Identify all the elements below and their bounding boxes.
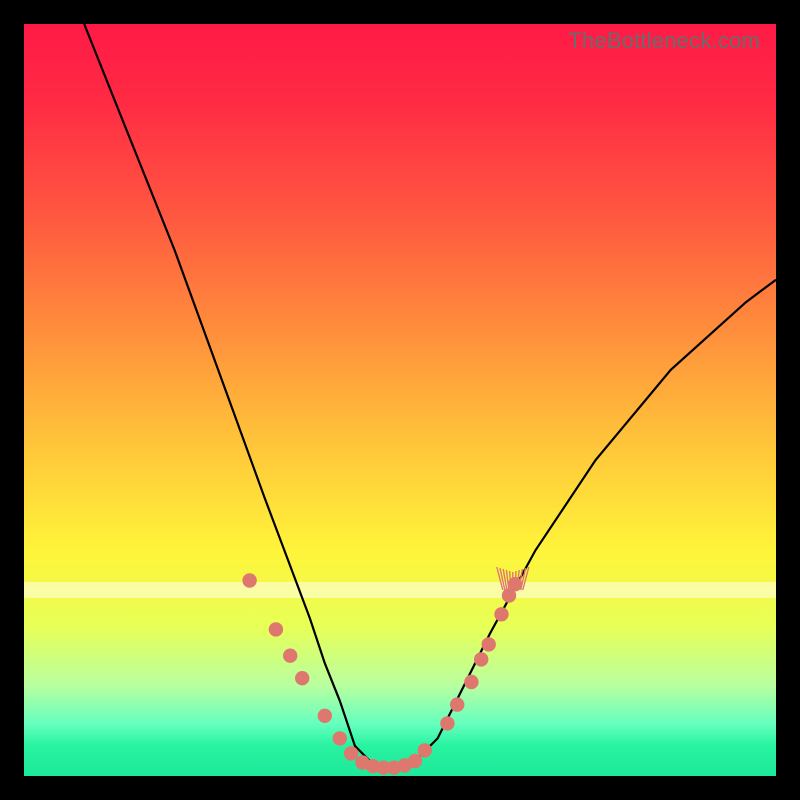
chart-frame: TheBottleneck.com [0,0,800,800]
marker-dot [440,716,454,730]
marker-dot [318,709,332,723]
marker-dot [242,573,256,587]
marker-dot [418,743,432,757]
marker-dot [474,652,488,666]
marker-dot [482,637,496,651]
marker-dot [344,746,358,760]
marker-dot [464,675,478,689]
marker-dot [408,754,422,768]
marker-dot [450,697,464,711]
marker-dot [494,607,508,621]
marker-dot [295,671,309,685]
chart-canvas [24,24,776,776]
watermark-text: TheBottleneck.com [568,28,760,54]
marker-dots [242,573,522,775]
bottleneck-curve [84,24,776,769]
marker-dot [333,731,347,745]
plot-area: TheBottleneck.com [24,24,776,776]
marker-dot [269,622,283,636]
marker-dot [283,649,297,663]
